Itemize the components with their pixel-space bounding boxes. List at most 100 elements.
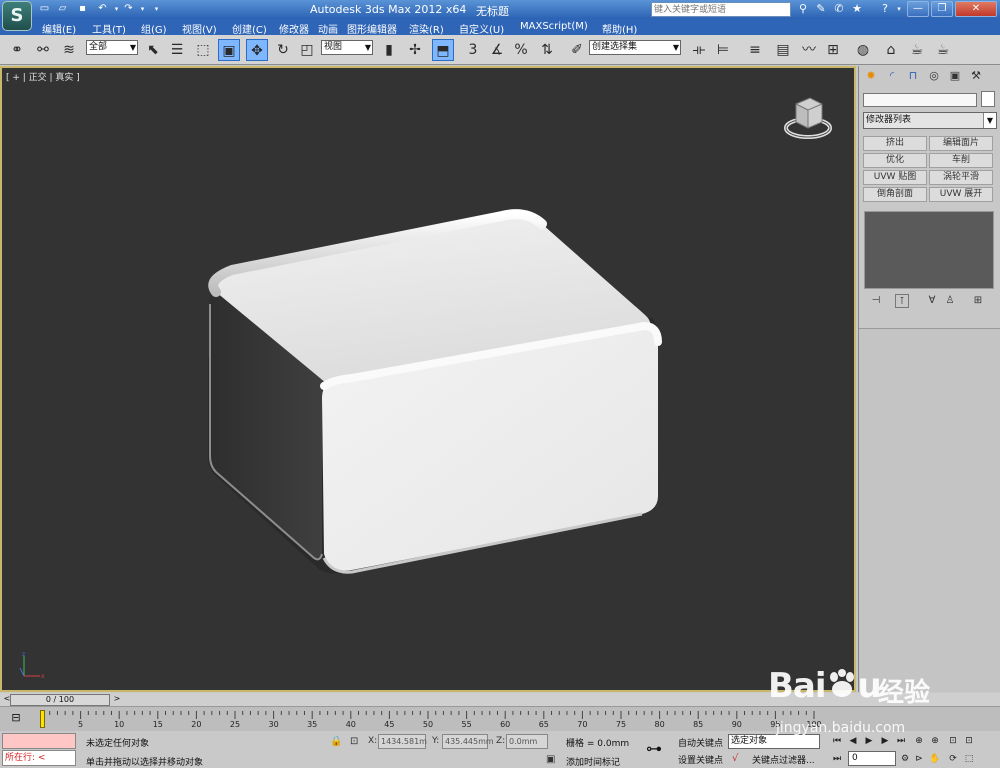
configure-modifier-sets-icon[interactable]: ⊞ <box>971 294 985 308</box>
menu-views[interactable]: 视图(V) <box>182 21 217 36</box>
go-to-end-icon[interactable]: ⏭ <box>894 734 908 748</box>
curve-editor-icon[interactable]: 〰 <box>798 39 820 61</box>
modifier-unwrap-uvw-button[interactable]: UVW 展开 <box>929 187 993 202</box>
chamfer-box-object[interactable] <box>2 68 854 690</box>
angle-snap-icon[interactable]: ∡ <box>486 39 508 61</box>
select-object-icon[interactable]: ⬉ <box>142 39 164 61</box>
create-tab-icon[interactable]: ✸ <box>863 68 879 84</box>
next-frame-icon[interactable]: ▶ <box>878 734 892 748</box>
menu-tools[interactable]: 工具(T) <box>92 21 126 36</box>
current-frame-marker[interactable] <box>40 710 45 728</box>
zoom-extents-all-icon[interactable]: ⊡ <box>962 734 976 748</box>
object-color-swatch[interactable] <box>981 91 995 107</box>
field-of-view-icon[interactable]: ⊳ <box>912 752 926 766</box>
time-tag-icon[interactable]: ▣ <box>546 754 555 765</box>
new-file-icon[interactable]: ▭ <box>38 3 51 15</box>
redo-dropdown-icon[interactable]: ▾ <box>136 3 149 15</box>
modifier-bevel-profile-button[interactable]: 倒角剖面 <box>863 187 927 202</box>
current-frame-field[interactable]: 0 <box>848 751 896 766</box>
quick-access-menu-icon[interactable]: ▾ <box>150 3 163 15</box>
align-icon[interactable]: ⊨ <box>712 39 734 61</box>
menu-maxscript[interactable]: MAXScript(M) <box>520 21 588 32</box>
menu-create[interactable]: 创建(C) <box>232 21 267 36</box>
layer-manager-icon[interactable]: ≡ <box>744 39 766 61</box>
menu-group[interactable]: 组(G) <box>141 21 167 36</box>
undo-icon[interactable]: ↶ <box>96 3 109 15</box>
help-dropdown-icon[interactable]: ▾ <box>892 2 906 16</box>
pan-view-icon[interactable]: ✋ <box>928 752 942 766</box>
close-button[interactable]: ✕ <box>955 1 997 17</box>
minimize-button[interactable]: — <box>907 1 929 17</box>
spinner-snap-icon[interactable]: ⇅ <box>536 39 558 61</box>
maxscript-running-label[interactable]: 所在行: < <box>2 750 76 766</box>
keyboard-shortcut-override-icon[interactable]: ⬒ <box>432 39 454 61</box>
z-coordinate-field[interactable]: 0.0mm <box>506 734 548 749</box>
selection-filter-dropdown[interactable]: 全部 ▼ <box>86 40 138 55</box>
maxscript-listener[interactable] <box>2 733 76 749</box>
modify-tab-icon[interactable]: ◜ <box>884 68 900 84</box>
select-and-scale-icon[interactable]: ◰ <box>296 39 318 61</box>
unlink-icon[interactable]: ⚯ <box>32 39 54 61</box>
y-coordinate-field[interactable]: 435.445mm <box>442 734 494 749</box>
perspective-viewport[interactable]: [ + | 正交 | 真实 ] x z <box>0 66 856 692</box>
key-icon[interactable]: ⊶ <box>646 739 662 758</box>
open-file-icon[interactable]: ▱ <box>56 3 69 15</box>
render-production-icon[interactable]: ☕ <box>932 39 954 61</box>
motion-tab-icon[interactable]: ◎ <box>926 68 942 84</box>
communication-center-icon[interactable]: ✆ <box>832 2 846 16</box>
percent-snap-icon[interactable]: % <box>510 39 532 61</box>
modifier-stack[interactable] <box>864 211 994 289</box>
remove-modifier-icon[interactable]: ♙ <box>943 294 957 308</box>
previous-frame-icon[interactable]: ◀ <box>846 734 860 748</box>
menu-customize[interactable]: 自定义(U) <box>459 21 504 36</box>
absolute-mode-icon[interactable]: ⊡ <box>350 736 358 747</box>
add-time-tag-button[interactable]: 添加时间标记 <box>566 755 620 768</box>
menu-edit[interactable]: 编辑(E) <box>42 21 76 36</box>
graphite-tools-icon[interactable]: ▤ <box>772 39 794 61</box>
x-coordinate-field[interactable]: 1434.581m <box>378 734 427 749</box>
schematic-view-icon[interactable]: ⊞ <box>822 39 844 61</box>
key-filters-button[interactable]: 关键点过滤器... <box>752 753 815 766</box>
object-name-field[interactable] <box>863 93 977 107</box>
select-by-name-icon[interactable]: ☰ <box>166 39 188 61</box>
select-and-manipulate-icon[interactable]: ✢ <box>404 39 426 61</box>
show-end-result-icon[interactable]: ⊺ <box>895 294 909 308</box>
menu-rendering[interactable]: 渲染(R) <box>409 21 444 36</box>
modifier-extrude-button[interactable]: 挤出 <box>863 136 927 151</box>
zoom-all-icon[interactable]: ⊕ <box>928 734 942 748</box>
menu-help[interactable]: 帮助(H) <box>602 21 637 36</box>
modifier-turbosmooth-button[interactable]: 涡轮平滑 <box>929 170 993 185</box>
modifier-uvw-map-button[interactable]: UVW 贴图 <box>863 170 927 185</box>
pin-stack-icon[interactable]: ⊣ <box>869 294 883 308</box>
menu-graph-editors[interactable]: 图形编辑器 <box>347 21 397 36</box>
modifier-edit-patch-button[interactable]: 编辑面片 <box>929 136 993 151</box>
zoom-extents-icon[interactable]: ⊡ <box>946 734 960 748</box>
go-to-start-icon[interactable]: ⏮ <box>830 734 844 748</box>
menu-modifiers[interactable]: 修改器 <box>279 21 309 36</box>
menu-animation[interactable]: 动画 <box>318 21 338 36</box>
help-icon[interactable]: ? <box>878 2 892 16</box>
time-configuration-icon[interactable]: ⚙ <box>898 752 912 766</box>
viewcube-icon[interactable] <box>784 94 832 140</box>
time-slider-thumb[interactable]: 0 / 100 <box>10 694 110 706</box>
key-mode-toggle-icon[interactable]: ⏭ <box>830 752 844 766</box>
key-mode-dropdown[interactable]: 选定对象 <box>728 734 820 749</box>
modifier-list-dropdown[interactable]: 修改器列表 ▼ <box>863 112 997 129</box>
save-icon[interactable]: ▪ <box>76 3 89 15</box>
search-input[interactable] <box>651 2 791 17</box>
orbit-icon[interactable]: ⟳ <box>946 752 960 766</box>
pivot-center-icon[interactable]: ▮ <box>378 39 400 61</box>
rectangle-selection-icon[interactable]: ⬚ <box>192 39 214 61</box>
mirror-icon[interactable]: ⟛ <box>688 39 710 61</box>
modifier-lathe-button[interactable]: 车削 <box>929 153 993 168</box>
material-editor-icon[interactable]: ◍ <box>852 39 874 61</box>
lock-selection-icon[interactable]: 🔒 <box>330 736 342 747</box>
render-frame-icon[interactable]: ☕ <box>906 39 928 61</box>
display-tab-icon[interactable]: ▣ <box>947 68 963 84</box>
select-and-move-icon[interactable]: ✥ <box>246 39 268 61</box>
track-bar[interactable]: ⊟ 05101520253035404550556065707580859095… <box>0 707 1000 731</box>
app-logo-icon[interactable]: S <box>2 1 32 31</box>
hierarchy-tab-icon[interactable]: ⊓ <box>905 68 921 84</box>
subscription-icon[interactable]: ✎ <box>814 2 828 16</box>
render-setup-icon[interactable]: ⌂ <box>880 39 902 61</box>
